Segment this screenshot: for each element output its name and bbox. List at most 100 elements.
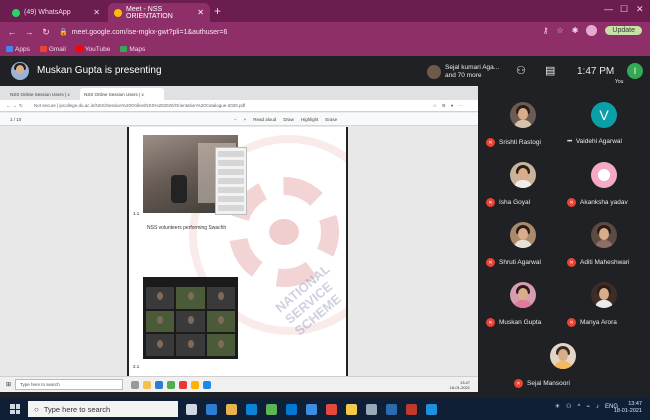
chat-icon[interactable]: ▤ (545, 64, 555, 77)
app-icon[interactable] (426, 403, 437, 415)
page-indicator: 1 / 10 (10, 116, 22, 122)
url-input[interactable]: 🔒 meet.google.com/ise-mgkx-gwt?pli=1&aut… (59, 25, 489, 39)
meeting-clock: 1:47 PM (577, 66, 615, 77)
presenter-avatar (11, 62, 29, 80)
mic-off-icon: ✕ (486, 318, 495, 327)
update-button[interactable]: Update (605, 26, 642, 35)
participant-tile[interactable]: ✕ Sejal Mansoori (514, 333, 602, 393)
mic-off-icon: ✕ (567, 258, 576, 267)
tab-meet[interactable]: Meet - NSS ORIENTATION ✕ (108, 3, 210, 22)
overlay-panel (215, 147, 247, 215)
pdf-toolbar: 1 / 10 − + Read aloud Draw Highlight Era… (0, 113, 478, 126)
highlight-tool: Highlight (300, 116, 319, 122)
window-close-button[interactable]: ✕ (636, 4, 644, 15)
app-icon[interactable] (406, 403, 417, 415)
photo-caption: NSS volunteers performing Swachh (147, 225, 227, 231)
back-arrow-icon[interactable]: ← (7, 27, 17, 37)
app-icon[interactable] (366, 403, 377, 415)
gmail-icon (39, 46, 47, 52)
people-icon[interactable]: ⚇ (566, 403, 571, 410)
participant-tile[interactable]: ✕ Manya Arora (563, 272, 643, 332)
mic-off-icon: ✕ (567, 318, 576, 327)
people-icon[interactable]: ⚇ (516, 64, 526, 77)
app-icon[interactable] (306, 403, 317, 415)
network-icon[interactable]: ⌁ (586, 403, 590, 410)
pinned-participants[interactable]: Sejal kumari Aga... and 70 more (427, 61, 509, 83)
shared-url: Not secure | ipcollege.du.ac.in/NSS/Sess… (34, 103, 246, 108)
tab-whatsapp[interactable]: (49) WhatsApp ✕ (6, 3, 106, 22)
participant-avatar (591, 282, 617, 308)
draw-tool: Draw (283, 116, 294, 122)
pdf-viewer: NATIONAL SERVICE SCHEME 1.1 NSS voluntee… (0, 126, 478, 387)
audio-level-icon: ••• (567, 138, 572, 145)
participant-name: Sejal Mansoori (527, 380, 570, 387)
new-tab-button[interactable]: + (214, 4, 221, 18)
bookmark-maps[interactable]: Maps (120, 46, 145, 53)
pinned-more: and 70 more (445, 72, 482, 79)
bookmark-youtube[interactable]: YouTube (75, 46, 110, 53)
taskbar-search-input[interactable]: ○ Type here to search (28, 401, 178, 417)
pdf-page: NATIONAL SERVICE SCHEME 1.1 NSS voluntee… (127, 127, 348, 387)
participant-avatar (510, 222, 536, 248)
app-icon[interactable] (266, 403, 277, 415)
shared-tab: NSS Online Session Users | x (80, 88, 164, 100)
weather-icon[interactable]: ☀ (555, 403, 560, 410)
chrome-icon[interactable] (346, 403, 357, 415)
app-icon[interactable] (326, 403, 337, 415)
profile-avatar[interactable] (586, 25, 598, 36)
volume-icon[interactable]: ♪ (596, 404, 599, 410)
participant-avatar (510, 282, 536, 308)
participant-name: Muskan Gupta (499, 319, 542, 326)
store-icon[interactable] (286, 403, 297, 415)
pinned-avatar (427, 65, 441, 79)
tab-title: (49) WhatsApp (24, 9, 71, 16)
participant-avatar (550, 343, 576, 369)
participant-tile[interactable]: ✕ Shruti Agarwal (482, 212, 562, 272)
participant-name: Manya Arora (580, 319, 617, 326)
address-bar-row: ← → ↻ 🔒 meet.google.com/ise-mgkx-gwt?pli… (0, 22, 650, 42)
shared-tabstrip: NSS Online Session Users | x NSS Online … (0, 86, 478, 100)
edge-icon[interactable] (246, 403, 257, 415)
reload-icon[interactable]: ↻ (41, 27, 51, 38)
shared-tab: NSS Online Session Users | x (10, 91, 70, 97)
participant-tile[interactable]: V ••• Vaidehi Agarwal (563, 92, 643, 152)
shared-screen: NSS Online Session Users | x NSS Online … (0, 86, 478, 392)
key-icon[interactable]: ⚷ (543, 26, 549, 35)
participant-tile[interactable]: ✕ Isha Goyal (482, 152, 562, 212)
participant-tile[interactable]: ✕ Srishti Rastogi (482, 92, 562, 152)
self-avatar[interactable]: I (627, 63, 643, 79)
shared-start-icon: ⊞ (6, 382, 12, 388)
maximize-button[interactable]: ☐ (620, 4, 628, 15)
participant-tile[interactable]: ✕ Akanksha yadav (563, 152, 643, 212)
participant-name: Shruti Agarwal (499, 259, 541, 266)
participant-name: Aditi Maheshwari (580, 259, 630, 266)
search-icon: ○ (34, 404, 39, 414)
participant-name: Akanksha yadav (580, 199, 628, 206)
participant-tile[interactable]: ✕ Muskan Gupta (482, 272, 562, 332)
close-icon[interactable]: ✕ (93, 8, 100, 17)
windows-taskbar: ○ Type here to search ☀ ⚇ ^ ⌁ ♪ ENG 13:4… (0, 398, 650, 420)
participant-avatar (510, 102, 536, 128)
participant-avatar (591, 222, 617, 248)
taskbar-clock[interactable]: 13:47 18-01-2021 (614, 401, 642, 415)
lock-icon: 🔒 (59, 29, 68, 36)
shared-addressbar: ←→↻ Not secure | ipcollege.du.ac.in/NSS/… (0, 100, 478, 112)
chevron-up-icon[interactable]: ^ (578, 404, 581, 410)
minimize-button[interactable]: — (604, 4, 613, 14)
app-icon[interactable] (386, 403, 397, 415)
bookmark-gmail[interactable]: Gmail (39, 46, 66, 53)
task-view-icon[interactable] (186, 403, 197, 415)
forward-arrow-icon[interactable]: → (24, 27, 34, 37)
close-icon[interactable]: ✕ (197, 8, 204, 17)
bookmark-apps[interactable]: Apps (6, 46, 30, 53)
windows-start-icon[interactable] (10, 404, 20, 414)
participant-tile[interactable]: ✕ Aditi Maheshwari (563, 212, 643, 272)
participant-avatar (591, 162, 617, 188)
zoom-out-icon: − (234, 116, 237, 122)
star-icon[interactable]: ☆ (557, 26, 564, 35)
file-explorer-icon[interactable] (226, 403, 237, 415)
zoom-in-icon: + (243, 116, 247, 122)
extensions-icon[interactable]: ✱ (572, 26, 579, 35)
app-icon[interactable] (206, 403, 217, 415)
pdf-photo-1 (143, 135, 247, 215)
